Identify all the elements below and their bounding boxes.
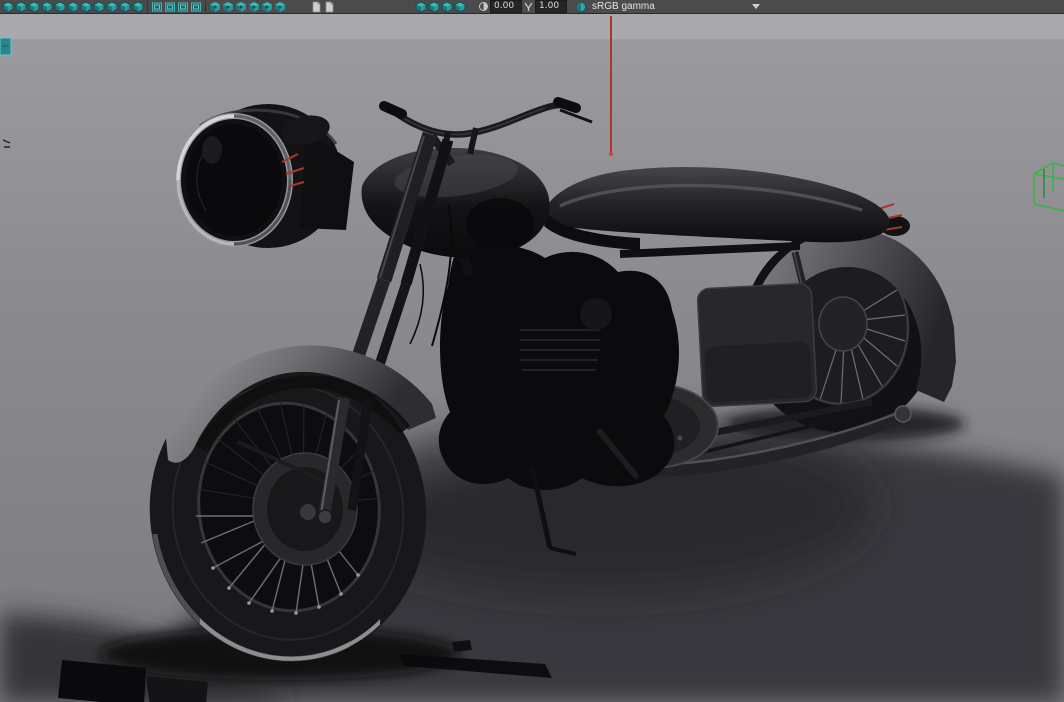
side-panel (696, 282, 818, 408)
panel-toolbar: 0.00 1.00 sRGB gamma (0, 0, 1064, 14)
xray-icon[interactable] (428, 1, 440, 13)
depth-peel-icon[interactable] (454, 1, 466, 13)
exposure-icon[interactable] (478, 1, 489, 12)
pan-zoom-icon[interactable] (67, 1, 79, 13)
grid-icon[interactable] (106, 1, 118, 13)
resolution-gate-icon[interactable] (132, 1, 144, 13)
select-camera-icon[interactable] (2, 1, 14, 13)
display-tool-group (209, 1, 286, 13)
chevron-down-icon (752, 4, 760, 9)
gate-tool-group (151, 1, 202, 13)
render-tool-group (415, 1, 466, 13)
toolbar-separator (147, 1, 148, 12)
gamma-input[interactable]: 1.00 (535, 0, 567, 13)
viewport-3d[interactable] (0, 14, 1064, 702)
grease-pencil-icon[interactable] (93, 1, 105, 13)
frame-selection-icon[interactable] (323, 1, 335, 13)
safe-action-icon[interactable] (177, 1, 189, 13)
view-transform-select[interactable]: sRGB gamma (588, 0, 766, 13)
maya-viewport-window: 0.00 1.00 sRGB gamma (0, 0, 1064, 702)
bookmarks-icon[interactable] (41, 1, 53, 13)
use-all-lights-icon[interactable] (248, 1, 260, 13)
screen-ao-icon[interactable] (274, 1, 286, 13)
frame-tool-group (310, 1, 335, 13)
wireframe-icon[interactable] (209, 1, 221, 13)
lock-camera-icon[interactable] (15, 1, 27, 13)
shaded-icon[interactable] (222, 1, 234, 13)
toolbar-separator (205, 1, 206, 12)
oversan-icon[interactable] (80, 1, 92, 13)
camera-attributes-icon[interactable] (28, 1, 40, 13)
headlamp (175, 104, 354, 248)
film-gate-icon[interactable] (119, 1, 131, 13)
gate-mask-icon[interactable] (151, 1, 163, 13)
exposure-input[interactable]: 0.00 (490, 0, 522, 13)
frame-all-icon[interactable] (310, 1, 322, 13)
gamma-icon[interactable] (523, 1, 534, 12)
view-transform-value: sRGB gamma (592, 1, 655, 12)
safe-title-icon[interactable] (190, 1, 202, 13)
image-plane-icon[interactable] (54, 1, 66, 13)
color-management-icon[interactable] (575, 1, 587, 13)
shadows-icon[interactable] (261, 1, 273, 13)
field-chart-icon[interactable] (164, 1, 176, 13)
viewport-canvas[interactable] (0, 14, 1064, 702)
textured-icon[interactable] (235, 1, 247, 13)
isolate-select-icon[interactable] (415, 1, 427, 13)
camera-tool-group (2, 1, 144, 13)
antialias-icon[interactable] (441, 1, 453, 13)
